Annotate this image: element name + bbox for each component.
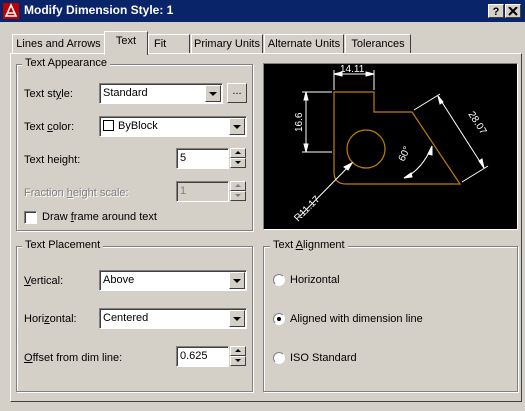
horizontal-value: Centered <box>103 312 149 324</box>
tab-alternate-units[interactable]: Alternate Units <box>264 34 344 54</box>
chevron-down-icon[interactable] <box>229 310 245 327</box>
window-title: Modify Dimension Style: 1 <box>24 3 174 17</box>
horizontal-label: Horizontal: <box>24 313 77 325</box>
dim-right-text: 28.07 <box>465 110 488 137</box>
spin-up-icon[interactable] <box>230 346 246 356</box>
radio-aligned-label[interactable]: Aligned with dimension line <box>290 313 423 325</box>
text-style-label: Text style: <box>24 88 73 100</box>
vertical-dropdown[interactable]: Above <box>99 270 247 291</box>
text-height-value: 5 <box>180 152 187 164</box>
offset-value: 0.625 <box>180 350 208 362</box>
dim-angle-text: 60° <box>397 145 413 163</box>
chevron-down-icon[interactable] <box>205 85 221 102</box>
spin-down-icon[interactable] <box>230 158 246 168</box>
title-bar[interactable]: Modify Dimension Style: 1 ? <box>0 0 525 22</box>
offset-input[interactable]: 0.625 <box>176 346 229 367</box>
text-placement-title: Text Placement <box>22 239 104 251</box>
text-color-dropdown[interactable]: ByBlock <box>99 116 247 137</box>
draw-frame-label[interactable]: Draw frame around text <box>42 211 157 223</box>
fraction-height-input[interactable]: 1 <box>176 181 229 202</box>
dim-radius-text: R11.17 <box>292 194 322 224</box>
tab-primary-units[interactable]: Primary Units <box>191 34 263 54</box>
spin-up-icon[interactable] <box>230 181 246 191</box>
dim-left-text: 16.6 <box>294 112 305 132</box>
autocad-app-icon <box>3 3 19 19</box>
radio-aligned-with-dimension-line[interactable] <box>273 313 285 325</box>
radio-horizontal[interactable] <box>273 274 285 286</box>
tab-lines-and-arrows[interactable]: Lines and Arrows <box>12 34 105 54</box>
text-alignment-title: Text Alignment <box>270 239 348 251</box>
spin-down-icon[interactable] <box>230 191 246 201</box>
text-style-dropdown[interactable]: Standard <box>99 83 223 104</box>
radio-horizontal-label[interactable]: Horizontal <box>290 274 340 286</box>
close-button[interactable] <box>505 4 521 18</box>
preview-image: 14.11 16.6 28.07 60° R11.17 <box>263 63 518 230</box>
text-style-browse-button[interactable]: ... <box>227 83 247 103</box>
text-height-stepper[interactable] <box>230 148 246 169</box>
fraction-height-stepper[interactable] <box>230 181 246 202</box>
chevron-down-icon[interactable] <box>229 118 245 135</box>
offset-label: Offset from dim line: <box>24 352 123 364</box>
vertical-label: Vertical: <box>24 275 64 287</box>
vertical-value: Above <box>103 274 135 286</box>
text-color-label: Text color: <box>24 121 75 133</box>
horizontal-dropdown[interactable]: Centered <box>99 308 247 329</box>
close-icon <box>508 6 518 16</box>
offset-stepper[interactable] <box>230 346 246 367</box>
text-style-value: Standard <box>103 87 148 99</box>
tab-text[interactable]: Text <box>104 31 148 55</box>
spin-up-icon[interactable] <box>230 148 246 158</box>
chevron-down-icon[interactable] <box>229 272 245 289</box>
help-button[interactable]: ? <box>488 4 504 18</box>
radio-iso-standard[interactable] <box>273 352 285 364</box>
color-swatch-icon <box>103 120 114 131</box>
dim-top-text: 14.11 <box>340 64 365 75</box>
text-height-label: Text height: <box>24 154 81 166</box>
text-height-input[interactable]: 5 <box>176 148 229 169</box>
draw-frame-checkbox[interactable] <box>24 211 37 224</box>
text-color-value: ByBlock <box>118 120 158 132</box>
dimension-preview-drawing: 14.11 16.6 28.07 60° R11.17 <box>292 64 488 224</box>
text-appearance-title: Text Appearance <box>22 57 110 69</box>
spin-down-icon[interactable] <box>230 356 246 366</box>
fraction-height-value: 1 <box>180 185 187 197</box>
radio-iso-label[interactable]: ISO Standard <box>290 352 357 364</box>
fraction-height-label: Fraction height scale: <box>24 187 129 199</box>
tab-fit[interactable]: Fit <box>148 34 190 54</box>
tab-tolerances[interactable]: Tolerances <box>345 34 411 54</box>
